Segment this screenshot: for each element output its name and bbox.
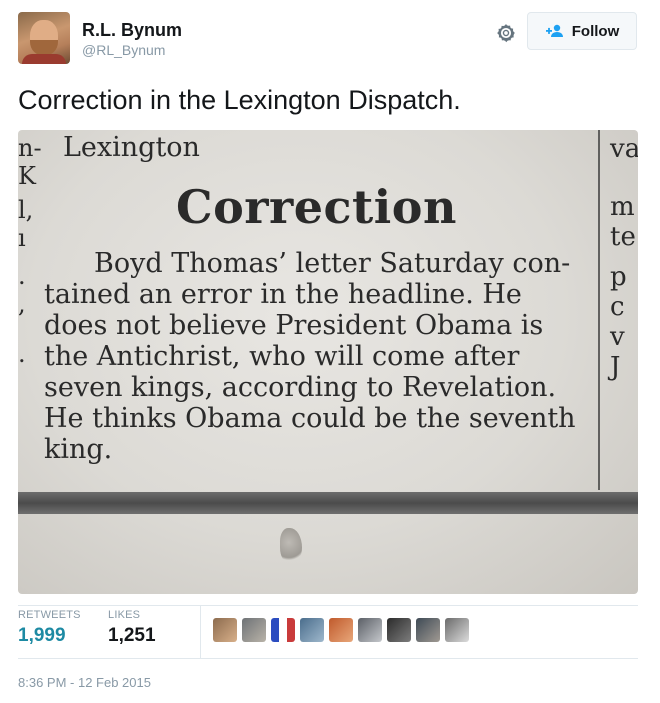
liker-avatar[interactable] [300, 618, 324, 642]
follow-label: Follow [571, 22, 620, 40]
likes-count: 1,251 [108, 625, 156, 646]
retweets-count: 1,999 [18, 625, 66, 646]
liker-avatar[interactable] [416, 618, 440, 642]
gear-icon[interactable] [495, 22, 517, 44]
paper-crease [280, 528, 302, 564]
body-line: the Antichrist, who will come after [44, 341, 520, 372]
column-rule [598, 130, 600, 490]
author-handle[interactable]: @RL_Bynum [82, 41, 182, 59]
liker-avatar[interactable] [387, 618, 411, 642]
correction-body: Boyd Thomas’ letter Saturday con- tained… [44, 248, 584, 465]
retweets-label: RETWEETS [18, 609, 81, 621]
likes-label: LIKES [108, 609, 141, 621]
add-user-icon [545, 24, 565, 38]
author-names[interactable]: R.L. Bynum @RL_Bynum [82, 19, 182, 59]
tweet-text: Correction in the Lexington Dispatch. [18, 85, 461, 115]
correction-heading: Correction [176, 180, 457, 234]
body-line: tained an error in the headline. He [44, 279, 522, 310]
liker-avatar[interactable] [358, 618, 382, 642]
liker-avatar[interactable] [445, 618, 469, 642]
divider [18, 658, 638, 659]
tweet-stats: RETWEETS 1,999 LIKES 1,251 [18, 606, 638, 658]
likes-stat[interactable]: LIKES 1,251 [108, 606, 156, 648]
liker-avatar[interactable] [271, 618, 295, 642]
follow-button[interactable]: Follow [527, 12, 637, 50]
tweet-header: R.L. Bynum @RL_Bynum Follow [18, 12, 642, 66]
liker-avatar[interactable] [242, 618, 266, 642]
retweets-stat[interactable]: RETWEETS 1,999 [18, 606, 81, 648]
tweet-photo[interactable]: n- K l, ı . , . Lexington va m te p c v … [18, 130, 638, 594]
body-line: He thinks Obama could be the seventh [44, 403, 576, 434]
liker-avatar[interactable] [213, 618, 237, 642]
author-avatar[interactable] [18, 12, 70, 64]
body-line: does not believe President Obama is [44, 310, 544, 341]
body-line: Boyd Thomas’ letter Saturday con- [94, 248, 571, 279]
body-line: king. [44, 434, 113, 465]
author-full-name[interactable]: R.L. Bynum [82, 19, 182, 41]
tweet-timestamp[interactable]: 8:36 PM - 12 Feb 2015 [18, 675, 151, 690]
body-line: seven kings, according to Revelation. [44, 372, 557, 403]
left-column-fragment: n- K l, ı . , . [18, 134, 42, 368]
liker-avatar[interactable] [329, 618, 353, 642]
stats-divider [200, 606, 201, 658]
right-column-fragment: va m te p c v J [610, 134, 638, 382]
likers-list [213, 618, 469, 642]
page-separator-bar [18, 492, 638, 514]
masthead-text: Lexington [63, 132, 200, 163]
